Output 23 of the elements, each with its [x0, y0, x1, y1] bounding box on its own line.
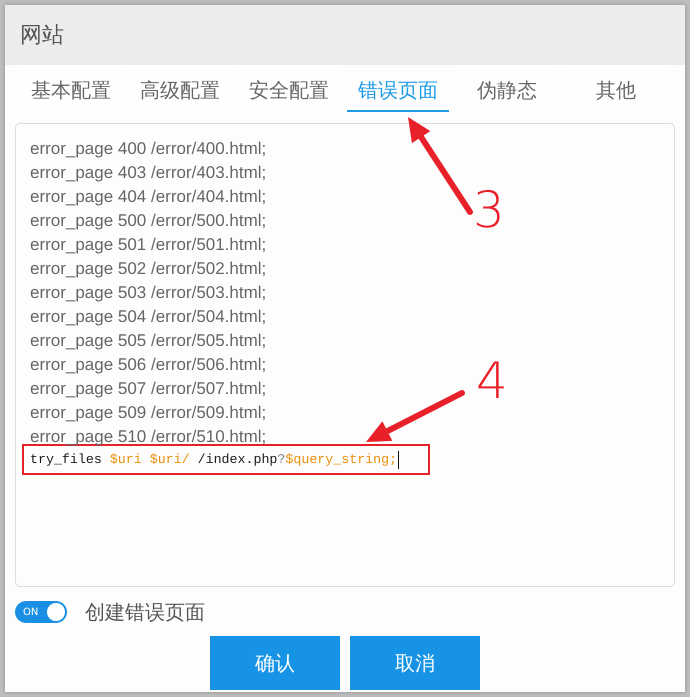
code-line: error_page 507 /error/507.html;	[30, 378, 266, 400]
code-line: error_page 504 /error/504.html;	[30, 306, 266, 328]
code-line: error_page 506 /error/506.html;	[30, 354, 266, 376]
code-line: try_files $uri $uri/ /index.php?$query_string;	[30, 452, 398, 467]
code-line: error_page 503 /error/503.html;	[30, 282, 266, 304]
toggle-label: 创建错误页面	[85, 600, 205, 626]
dialog-title: 网站	[20, 21, 64, 49]
code-line: error_page 510 /error/510.html;	[30, 426, 266, 448]
code-line: error_page 400 /error/400.html;	[30, 138, 266, 160]
tab[interactable]: 错误页面	[347, 65, 449, 112]
dialog-button[interactable]: 取消	[350, 636, 480, 690]
code-line: error_page 501 /error/501.html;	[30, 234, 266, 256]
code-line: error_page 403 /error/403.html;	[30, 162, 266, 184]
dialog-button[interactable]: 确认	[210, 636, 340, 690]
code-editor[interactable]	[15, 123, 675, 587]
code-line: error_page 502 /error/502.html;	[30, 258, 266, 280]
annotation-number: 4	[476, 356, 508, 406]
toggle-switch[interactable]: ON	[15, 601, 67, 623]
annotation-number: 3	[473, 185, 505, 235]
code-line: error_page 404 /error/404.html;	[30, 186, 266, 208]
code-line: error_page 509 /error/509.html;	[30, 402, 266, 424]
code-line: error_page 505 /error/505.html;	[30, 330, 266, 352]
code-line: error_page 500 /error/500.html;	[30, 210, 266, 232]
